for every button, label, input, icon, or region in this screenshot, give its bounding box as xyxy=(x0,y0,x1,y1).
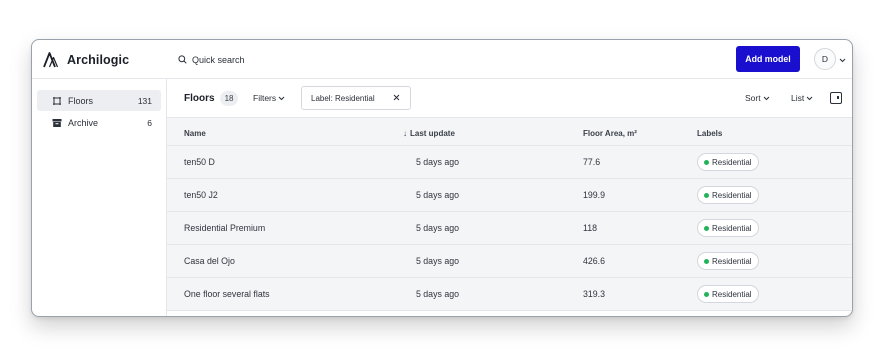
chevron-down-icon xyxy=(806,93,813,103)
search-icon xyxy=(178,54,187,66)
sidebar-item-archive[interactable]: Archive 6 xyxy=(37,112,161,133)
cell-last-update: 5 days ago xyxy=(415,223,459,233)
close-icon[interactable] xyxy=(393,94,400,103)
table-row[interactable]: One floor several flats 5 days ago 319.3… xyxy=(167,278,852,311)
column-header-last-update[interactable]: ↓ Last update xyxy=(403,127,455,139)
table-header: Name ↓ Last update Floor Area, m² Labels xyxy=(167,118,852,146)
sort-arrow-icon: ↓ xyxy=(403,128,407,138)
label-pill[interactable]: Residential xyxy=(697,252,759,270)
top-bar: Archilogic Quick search Add model D xyxy=(32,40,852,79)
label-pill[interactable]: Residential xyxy=(697,219,759,237)
list-title: Floors 18 xyxy=(184,90,239,106)
cell-name: Residential Premium xyxy=(184,223,266,233)
search-label: Quick search xyxy=(192,55,245,65)
cell-name: One floor several flats xyxy=(184,289,270,299)
chevron-down-icon xyxy=(278,93,285,103)
chevron-down-icon xyxy=(839,50,846,68)
table-row[interactable]: Casa del Ojo 5 days ago 426.6 Residentia… xyxy=(167,245,852,278)
status-dot-icon xyxy=(704,258,709,264)
avatar[interactable]: D xyxy=(814,48,836,70)
cell-labels: Residential xyxy=(697,245,759,277)
column-header-label: Last update xyxy=(410,128,455,138)
sidebar-item-label: Floors xyxy=(68,95,94,106)
cell-labels: Residential xyxy=(697,179,759,211)
quick-search[interactable]: Quick search xyxy=(178,52,245,68)
table-row[interactable]: ten50 J2 5 days ago 199.9 Residential xyxy=(167,179,852,212)
list-toolbar: Floors 18 Filters Label: Residential Sor… xyxy=(167,79,852,118)
sort-label: Sort xyxy=(745,93,761,103)
active-filter-chip[interactable]: Label: Residential xyxy=(301,86,411,110)
cell-floor-area: 118 xyxy=(583,223,598,233)
add-model-button[interactable]: Add model xyxy=(736,46,800,72)
sidebar-item-count: 6 xyxy=(147,117,152,128)
filters-label: Filters xyxy=(253,93,277,103)
label-text: Residential xyxy=(712,256,752,266)
cell-name: Casa del Ojo xyxy=(184,256,235,266)
sidebar-item-count: 131 xyxy=(137,95,152,106)
cell-name: ten50 D xyxy=(184,157,215,167)
label-pill[interactable]: Residential xyxy=(697,285,759,303)
cell-name: ten50 J2 xyxy=(184,190,218,200)
cell-labels: Residential xyxy=(697,278,759,310)
column-header-labels[interactable]: Labels xyxy=(697,127,722,139)
status-dot-icon xyxy=(704,291,709,297)
cell-labels: Residential xyxy=(697,212,759,244)
view-dropdown[interactable]: List xyxy=(791,90,813,106)
archive-box-icon xyxy=(52,118,62,128)
account-menu[interactable]: D xyxy=(814,48,846,70)
floor-plan-icon xyxy=(52,96,62,106)
cell-last-update: 5 days ago xyxy=(415,256,459,266)
column-header-name[interactable]: Name xyxy=(184,127,206,139)
side-panel-toggle-icon[interactable] xyxy=(830,92,842,104)
status-dot-icon xyxy=(704,225,709,231)
brand[interactable]: Archilogic xyxy=(43,50,129,70)
sort-dropdown[interactable]: Sort xyxy=(745,90,770,106)
sidebar-item-floors[interactable]: Floors 131 xyxy=(37,90,161,111)
count-badge: 18 xyxy=(219,90,239,106)
brand-name: Archilogic xyxy=(67,53,130,67)
view-label: List xyxy=(791,93,805,103)
cell-floor-area: 319.3 xyxy=(583,289,606,299)
label-text: Residential xyxy=(712,157,752,167)
cell-last-update: 5 days ago xyxy=(415,157,459,167)
status-dot-icon xyxy=(704,192,709,198)
cell-last-update: 5 days ago xyxy=(415,289,459,299)
sidebar-item-label: Archive xyxy=(68,117,99,128)
label-pill[interactable]: Residential xyxy=(697,186,759,204)
cell-floor-area: 426.6 xyxy=(583,256,606,266)
filters-dropdown[interactable]: Filters xyxy=(253,90,285,106)
cell-floor-area: 199.9 xyxy=(583,190,606,200)
label-pill[interactable]: Residential xyxy=(697,153,759,171)
app-window: Archilogic Quick search Add model D Floo… xyxy=(31,39,853,317)
status-dot-icon xyxy=(704,159,709,165)
label-text: Residential xyxy=(712,223,752,233)
sidebar: Floors 131 Archive 6 xyxy=(32,79,167,316)
table-row[interactable]: ten50 D 5 days ago 77.6 Residential xyxy=(167,146,852,179)
archilogic-logo-icon xyxy=(43,52,61,68)
column-header-floor-area[interactable]: Floor Area, m² xyxy=(583,127,637,139)
label-text: Residential xyxy=(712,190,752,200)
cell-last-update: 5 days ago xyxy=(415,190,459,200)
cell-floor-area: 77.6 xyxy=(583,157,601,167)
chevron-down-icon xyxy=(763,93,770,103)
table-row[interactable]: Residential Premium 5 days ago 118 Resid… xyxy=(167,212,852,245)
label-text: Residential xyxy=(712,289,752,299)
cell-labels: Residential xyxy=(697,146,759,178)
page-title: Floors xyxy=(184,92,215,104)
filter-chip-label: Label: Residential xyxy=(311,93,375,103)
